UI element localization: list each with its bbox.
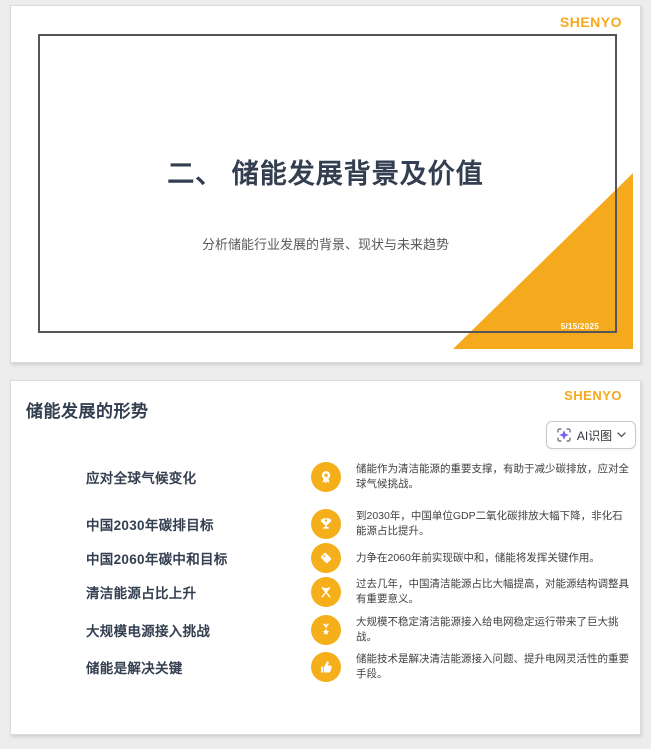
item-label: 中国2030年碳排目标 (86, 518, 214, 533)
list-item-grid-challenge: 大规模电源接入挑战 大规模不稳定清洁能源接入给电网稳定运行带来了巨大挑战。 (86, 614, 631, 646)
content-slide: 储能发展的形势 SHENYO AI识图 应对全球气候变化 储能作为清洁能源的重要… (10, 380, 641, 735)
item-description: 储能技术是解决清洁能源接入问题、提升电网灵活性的重要手段。 (356, 653, 629, 680)
award-rosette-icon (311, 462, 341, 492)
title-slide: SHENYO 5/15/2025 二、 储能发展背景及价值 分析储能行业发展的背… (10, 5, 641, 363)
list-item-2030-target: 中国2030年碳排目标 到2030年，中国单位GDP二氧化碳排放大幅下降，非化石… (86, 508, 631, 540)
medal-star-icon (311, 615, 341, 645)
item-label: 储能是解决关键 (86, 661, 183, 676)
crossed-flags-icon (311, 577, 341, 607)
thumbs-up-icon (311, 652, 341, 682)
item-label: 大规模电源接入挑战 (86, 624, 211, 639)
ai-sparkle-scan-icon (557, 428, 571, 442)
slide-title: 储能发展的形势 (26, 402, 149, 421)
slide-date: 5/15/2025 (560, 322, 599, 331)
item-label: 中国2060年碳中和目标 (86, 552, 228, 567)
ai-recognize-image-button[interactable]: AI识图 (546, 421, 636, 449)
list-item-storage-solution: 储能是解决关键 储能技术是解决清洁能源接入问题、提升电网灵活性的重要手段。 (86, 651, 631, 683)
item-label: 应对全球气候变化 (86, 471, 197, 486)
item-description: 大规模不稳定清洁能源接入给电网稳定运行带来了巨大挑战。 (356, 616, 619, 643)
brand-logo: SHENYO (564, 388, 622, 403)
brand-logo: SHENYO (559, 14, 622, 30)
item-label: 清洁能源占比上升 (86, 586, 197, 601)
item-description: 到2030年，中国单位GDP二氧化碳排放大幅下降，非化石能源占比提升。 (356, 510, 623, 537)
item-description: 储能作为清洁能源的重要支撑，有助于减少碳排放，应对全球气候挑战。 (356, 463, 629, 490)
slide-subtitle: 分析储能行业发展的背景、现状与未来趋势 (201, 237, 449, 252)
item-description: 过去几年，中国清洁能源占比大幅提高，对能源结构调整具有重要意义。 (356, 578, 629, 605)
list-item-climate: 应对全球气候变化 储能作为清洁能源的重要支撑，有助于减少碳排放，应对全球气候挑战… (86, 461, 631, 493)
tag-icon (311, 543, 341, 573)
item-description: 力争在2060年前实现碳中和，储能将发挥关键作用。 (356, 551, 600, 564)
chevron-down-icon (617, 432, 626, 438)
list-item-clean-energy-share: 清洁能源占比上升 过去几年，中国清洁能源占比大幅提高，对能源结构调整具有重要意义… (86, 576, 631, 608)
trophy-icon (311, 509, 341, 539)
list-item-2060-target: 中国2060年碳中和目标 力争在2060年前实现碳中和，储能将发挥关键作用。 (86, 542, 631, 574)
corner-triangle-decoration: 5/15/2025 (453, 173, 633, 349)
ai-button-label: AI识图 (576, 428, 613, 443)
slide-title: 二、 储能发展背景及价值 (167, 159, 484, 189)
